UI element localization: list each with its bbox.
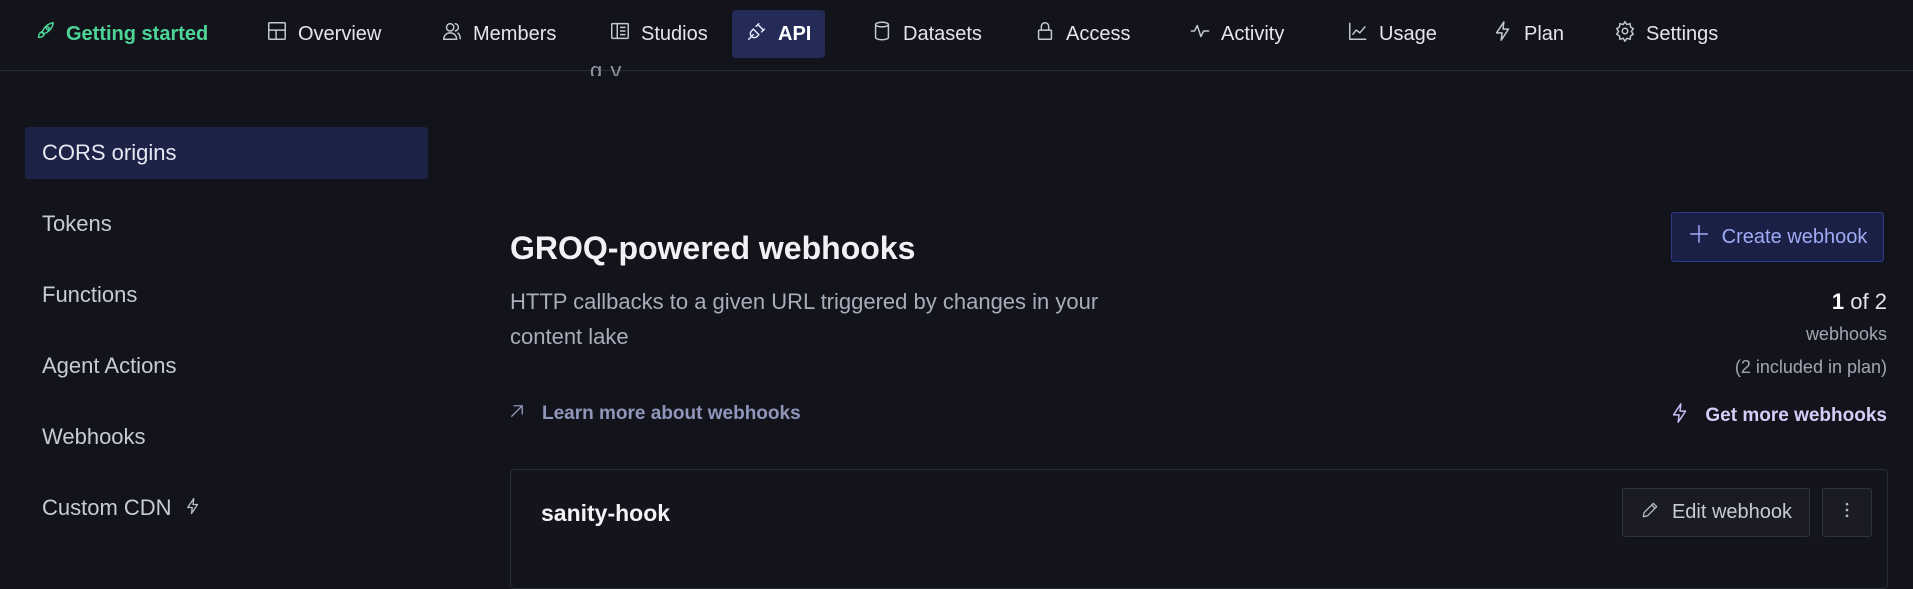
lightning-icon (184, 495, 202, 521)
arrow-up-right-icon (508, 402, 526, 426)
nav-label: Access (1066, 22, 1131, 45)
sidebar-item-label: Agent Actions (42, 353, 177, 378)
cutoff-text: g y (590, 52, 920, 76)
sidebar-item-custom-cdn[interactable]: Custom CDN (25, 482, 428, 534)
edit-webhook-label: Edit webhook (1671, 501, 1793, 523)
top-navigation: Getting started Overview Members Studios (0, 0, 1913, 71)
learn-more-label: Learn more about webhooks (542, 403, 801, 424)
nav-usage[interactable]: Usage (1333, 10, 1451, 58)
plus-icon (1688, 223, 1710, 251)
webhook-name: sanity-hook (541, 500, 671, 526)
nav-overview[interactable]: Overview (252, 10, 395, 58)
page-title: GROQ-powered webhooks (510, 230, 916, 266)
section-description: HTTP callbacks to a given URL triggered … (510, 289, 1099, 349)
nav-label: Studios (641, 22, 708, 45)
vertical-dots-icon (1837, 500, 1857, 525)
learn-more-link[interactable]: Learn more about webhooks (508, 402, 801, 426)
sidebar-item-label: Tokens (42, 211, 112, 236)
pencil-icon (1640, 500, 1660, 526)
edit-webhook-button[interactable]: Edit webhook (1622, 488, 1810, 537)
nav-label: Settings (1646, 22, 1719, 45)
sidebar-item-label: CORS origins (42, 140, 177, 165)
nav-api[interactable]: API (732, 10, 826, 58)
quota-unit: webhooks (1805, 324, 1887, 344)
sidebar-item-label: Functions (42, 282, 138, 307)
nav-settings[interactable]: Settings (1600, 10, 1732, 58)
database-icon (871, 20, 893, 48)
quota-total: of 2 (1850, 289, 1887, 314)
nav-datasets[interactable]: Datasets (857, 10, 996, 58)
more-options-button[interactable] (1822, 488, 1872, 537)
get-more-webhooks-link[interactable]: Get more webhooks (1669, 402, 1887, 430)
chart-line-icon (1347, 20, 1369, 48)
lightning-icon (1669, 402, 1691, 430)
sidebar-item-webhooks[interactable]: Webhooks (25, 411, 428, 463)
webhook-quota: 1 of 2 webhooks (2 included in plan) (1735, 287, 1887, 383)
nav-getting-started[interactable]: Getting started (20, 10, 222, 58)
create-webhook-button[interactable]: Create webhook (1671, 212, 1884, 262)
nav-access[interactable]: Access (1020, 10, 1144, 58)
sidebar-item-functions[interactable]: Functions (25, 269, 428, 321)
nav-label: API (778, 22, 812, 45)
document-icon (609, 20, 631, 48)
quota-used: 1 (1831, 289, 1845, 314)
nav-label: Getting started (66, 22, 209, 45)
lock-icon (1034, 20, 1056, 48)
nav-label: Members (473, 22, 557, 45)
activity-icon (1189, 20, 1211, 48)
sidebar-item-label: Webhooks (42, 424, 146, 449)
nav-label: Usage (1379, 22, 1437, 45)
nav-plan[interactable]: Plan (1478, 10, 1578, 58)
cutoff-text-label: g y (590, 58, 623, 76)
nav-members[interactable]: Members (427, 10, 570, 58)
rocket-icon (34, 20, 56, 48)
nav-label: Datasets (903, 22, 982, 45)
gear-icon (1614, 20, 1636, 48)
lightning-icon (1492, 20, 1514, 48)
sidebar-item-agent-actions[interactable]: Agent Actions (25, 340, 428, 392)
sidebar-item-tokens[interactable]: Tokens (25, 198, 428, 250)
plug-icon (746, 20, 768, 48)
create-webhook-label: Create webhook (1721, 225, 1868, 248)
webhook-card: sanity-hook Edit webhook (510, 469, 1888, 589)
nav-activity[interactable]: Activity (1175, 10, 1298, 58)
nav-label: Overview (298, 22, 382, 45)
sidebar-item-cors-origins[interactable]: CORS origins (25, 127, 428, 179)
nav-label: Activity (1221, 22, 1285, 45)
quota-plan: (2 included in plan) (1734, 357, 1887, 377)
nav-studios[interactable]: Studios (595, 10, 722, 58)
users-icon (441, 20, 463, 48)
nav-label: Plan (1524, 22, 1565, 45)
get-more-label: Get more webhooks (1705, 405, 1887, 426)
layout-icon (266, 20, 288, 48)
sidebar-item-label: Custom CDN (42, 495, 172, 520)
quota-count: 1 of 2 (1735, 287, 1887, 317)
